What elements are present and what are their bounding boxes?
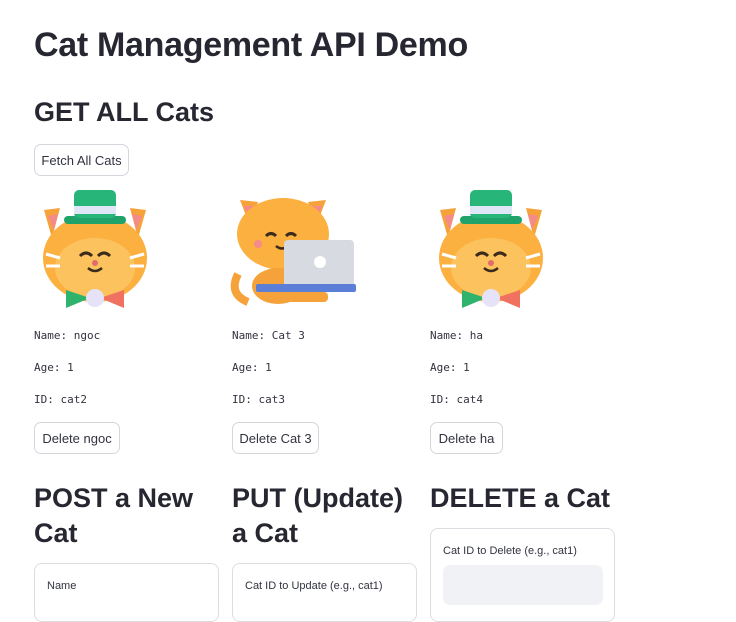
cat-id-delete-input[interactable] — [443, 565, 603, 605]
put-heading-line2: a Cat — [232, 518, 299, 548]
cat-with-hat-icon — [43, 190, 147, 308]
cat-age-text: Age: 1 — [430, 361, 470, 374]
fetch-all-cats-button[interactable]: Fetch All Cats — [34, 144, 129, 176]
cat-name-text: Name: ha — [430, 329, 483, 342]
cat-with-hat-icon — [439, 190, 543, 308]
cat-name-text: Name: ngoc — [34, 329, 101, 342]
cat-with-laptop-icon — [230, 198, 356, 306]
cat-age-text: Age: 1 — [34, 361, 74, 374]
post-heading-line2: Cat — [34, 518, 78, 548]
cat-name-text: Name: Cat 3 — [232, 329, 305, 342]
post-heading-line1: POST a New — [34, 483, 194, 513]
app-page: Cat Management API Demo GET ALL Cats Fet… — [0, 0, 736, 622]
name-field-label: Name — [47, 580, 77, 592]
cat-id-text: ID: cat2 — [34, 393, 87, 406]
put-heading-line1: PUT (Update) — [232, 483, 403, 513]
cat-id-delete-label: Cat ID to Delete (e.g., cat1) — [443, 545, 577, 557]
get-all-cats-heading: GET ALL Cats — [34, 97, 215, 127]
post-cat-form: Name — [34, 563, 219, 622]
delete-cat-button[interactable]: Delete ngoc — [34, 422, 120, 454]
cat-id-text: ID: cat4 — [430, 393, 483, 406]
delete-cat-form: Cat ID to Delete (e.g., cat1) — [430, 528, 615, 622]
delete-cat-button[interactable]: Delete Cat 3 — [232, 422, 319, 454]
cat-id-update-label: Cat ID to Update (e.g., cat1) — [245, 580, 383, 592]
cat-id-text: ID: cat3 — [232, 393, 285, 406]
page-title: Cat Management API Demo — [34, 26, 468, 64]
delete-cat-button[interactable]: Delete ha — [430, 422, 503, 454]
delete-heading: DELETE a Cat — [430, 483, 611, 513]
cat-age-text: Age: 1 — [232, 361, 272, 374]
put-cat-form: Cat ID to Update (e.g., cat1) — [232, 563, 417, 622]
